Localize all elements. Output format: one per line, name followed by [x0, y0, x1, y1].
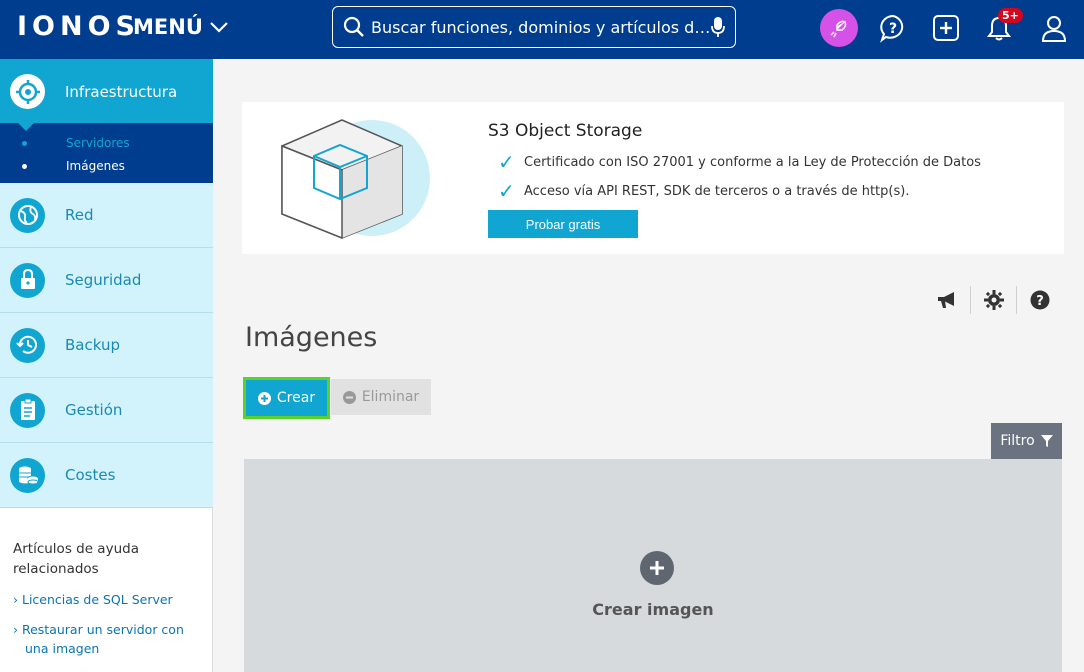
microphone-icon[interactable]: [711, 16, 725, 38]
sidebar-item-label: Seguridad: [65, 271, 142, 289]
announcements-megaphone-icon[interactable]: [924, 286, 970, 314]
subnav-item-imagenes[interactable]: Imágenes: [22, 159, 125, 173]
object-storage-cube-illustration: [281, 119, 430, 240]
sidebar-item-gestion[interactable]: Gestión: [0, 378, 213, 443]
s3-promo-banner: S3 Object Storage ✓ Certificado con ISO …: [242, 102, 1064, 254]
infrastructure-icon: [10, 74, 45, 109]
try-free-button[interactable]: Probar gratis: [488, 210, 638, 238]
notifications-badge: 5+: [998, 8, 1023, 23]
help-articles-title: Artículos de ayuda relacionados: [13, 541, 139, 577]
promo-feature-text: Acceso vía API REST, SDK de terceros o a…: [524, 183, 910, 199]
sidebar: Infraestructura Servidores Imágenes Red …: [0, 59, 213, 672]
page-tools: ?: [924, 286, 1062, 314]
ionos-logo[interactable]: IONOS: [17, 11, 140, 42]
help-chat-icon[interactable]: ?: [874, 9, 912, 47]
search-icon: [343, 16, 364, 37]
page-title: Imágenes: [245, 322, 378, 353]
coins-icon: [10, 457, 45, 493]
sidebar-item-label: Gestión: [65, 401, 123, 419]
top-bar: IONOS MENÚ ? 5+: [0, 0, 1084, 59]
svg-text:?: ?: [889, 21, 897, 37]
plus-circle-icon: [257, 391, 271, 405]
search-input[interactable]: [371, 17, 711, 37]
help-articles: Artículos de ayuda relacionados › Licenc…: [0, 508, 213, 658]
subnav-item-label: Imágenes: [66, 159, 125, 173]
filter-button[interactable]: Filtro: [991, 423, 1062, 459]
promo-title: S3 Object Storage: [488, 121, 643, 141]
create-button-label: Crear: [276, 390, 316, 406]
subnav-item-servidores[interactable]: Servidores: [22, 136, 130, 150]
subnav-item-label: Servidores: [66, 136, 130, 150]
sidebar-item-label: Backup: [65, 336, 120, 354]
user-account-icon[interactable]: [1035, 9, 1073, 47]
delete-button[interactable]: Eliminar: [331, 379, 431, 415]
network-globe-icon: [10, 197, 45, 233]
checkmark-icon: ✓: [498, 179, 515, 203]
chevron-down-icon: [210, 22, 228, 33]
filter-funnel-icon: [1040, 435, 1053, 447]
help-link-restore-server[interactable]: › Restaurar un servidor con una imagen: [13, 620, 200, 658]
help-question-icon[interactable]: ?: [1016, 286, 1062, 314]
menu-label: MENÚ: [133, 15, 203, 39]
help-link-label: Licencias de SQL Server: [21, 592, 173, 607]
menu-button[interactable]: MENÚ: [133, 15, 229, 39]
add-icon[interactable]: [927, 9, 965, 47]
search-box[interactable]: [332, 6, 736, 48]
backup-clock-icon: [10, 327, 45, 363]
sidebar-subnav: Servidores Imágenes: [0, 123, 213, 183]
sidebar-item-label: Red: [65, 206, 94, 224]
filter-button-label: Filtro: [1000, 433, 1035, 449]
settings-gear-icon[interactable]: [970, 286, 1016, 314]
images-empty-state[interactable]: Crear imagen: [244, 459, 1062, 672]
help-link-sql-server[interactable]: › Licencias de SQL Server: [13, 590, 200, 609]
rocket-icon[interactable]: [820, 9, 858, 47]
clipboard-icon: [10, 392, 45, 428]
promo-feature-item: ✓ Certificado con ISO 27001 y conforme a…: [498, 150, 981, 174]
sidebar-item-seguridad[interactable]: Seguridad: [0, 248, 213, 313]
create-image-label[interactable]: Crear imagen: [244, 600, 1062, 619]
sidebar-item-label: Costes: [65, 466, 116, 484]
promo-feature-item: ✓ Acceso vía API REST, SDK de terceros o…: [498, 179, 909, 203]
sidebar-item-red[interactable]: Red: [0, 183, 213, 248]
sidebar-item-backup[interactable]: Backup: [0, 313, 213, 378]
bullet-dot: [22, 140, 27, 146]
help-link-label: Restaurar un servidor con una imagen: [21, 622, 184, 656]
svg-text:?: ?: [1036, 294, 1044, 309]
checkmark-icon: ✓: [498, 150, 515, 174]
sidebar-item-label: Infraestructura: [65, 82, 178, 101]
subnav-notch: [18, 123, 34, 131]
delete-button-label: Eliminar: [361, 389, 420, 405]
bullet-dot: [22, 163, 27, 169]
sidebar-item-infraestructura[interactable]: Infraestructura: [0, 59, 213, 124]
lock-icon: [10, 262, 45, 298]
minus-circle-icon: [342, 390, 356, 404]
sidebar-item-costes[interactable]: Costes: [0, 443, 213, 508]
create-image-plus-icon[interactable]: [640, 551, 674, 585]
create-button[interactable]: Crear: [243, 377, 330, 419]
promo-feature-text: Certificado con ISO 27001 y conforme a l…: [524, 154, 981, 170]
notifications-bell-icon[interactable]: 5+: [980, 8, 1023, 47]
